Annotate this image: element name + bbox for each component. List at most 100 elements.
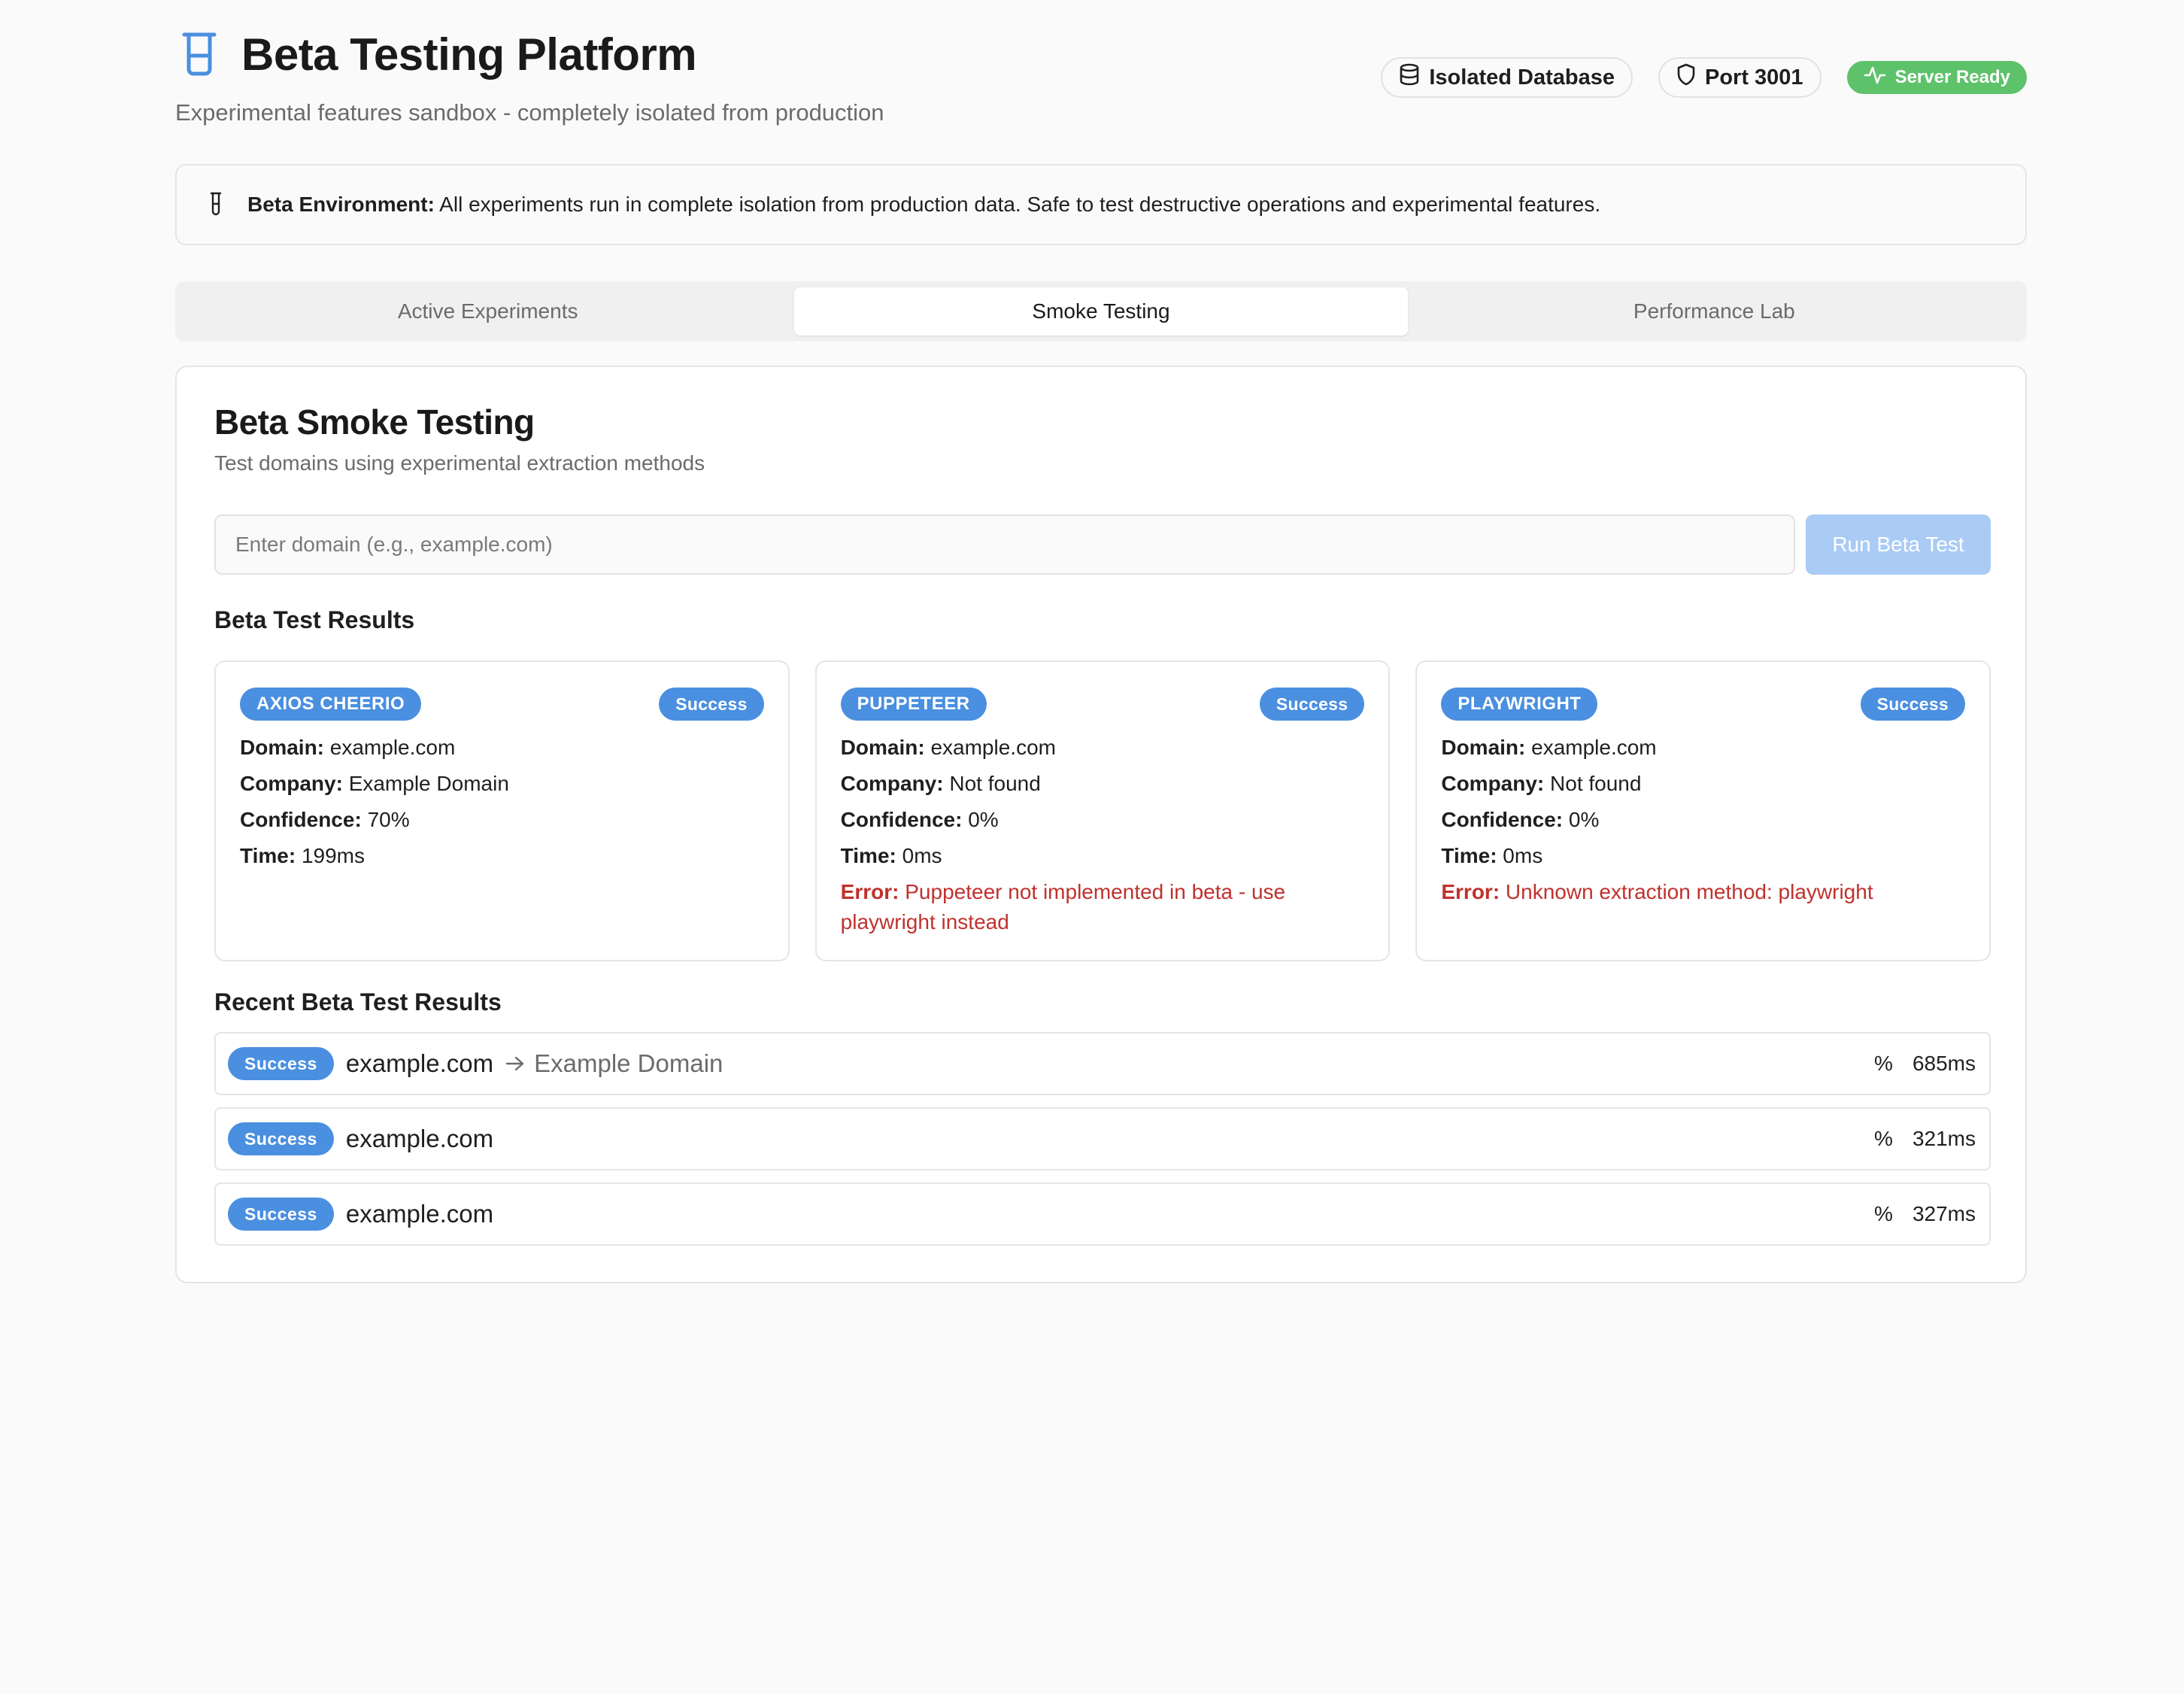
recent-meta: % 321ms [1874, 1127, 1976, 1151]
result-card-axios-cheerio: AXIOS CHEERIO Success Domain: example.co… [214, 660, 790, 961]
recent-time: 327ms [1912, 1202, 1976, 1225]
recent-domain: example.com [345, 1125, 494, 1152]
confidence-value: 0% [968, 808, 999, 831]
domain-label: Domain: [840, 736, 925, 759]
database-icon [1399, 63, 1420, 92]
method-badge: AXIOS CHEERIO [240, 688, 422, 721]
time-value: 0ms [902, 844, 942, 867]
domain-value: example.com [1531, 736, 1657, 759]
company-field: Company: Not found [841, 766, 1365, 802]
result-card-puppeteer: PUPPETEER Success Domain: example.com Co… [814, 660, 1391, 961]
recent-company-name: Example Domain [534, 1049, 723, 1077]
domain-label: Domain: [240, 736, 324, 759]
domain-field: Domain: example.com [240, 730, 764, 766]
time-value: 0ms [1503, 844, 1543, 867]
smoke-testing-panel: Beta Smoke Testing Test domains using ex… [175, 366, 2027, 1283]
panel-title: Beta Smoke Testing [214, 402, 535, 442]
panel-description: Test domains using experimental extracti… [214, 451, 705, 475]
recent-time: 321ms [1912, 1127, 1976, 1150]
beta-test-results: AXIOS CHEERIO Success Domain: example.co… [214, 660, 1991, 961]
page-header: Beta Testing Platform Experimental featu… [175, 23, 2027, 128]
list-item[interactable]: Success example.com Example Domain % 685… [214, 1032, 1991, 1095]
server-ready-label: Server Ready [1894, 67, 2010, 87]
alert-text: Beta Environment: All experiments run in… [247, 193, 1600, 217]
domain-field: Domain: example.com [841, 730, 1365, 766]
time-label: Time: [840, 844, 896, 867]
recent-percent: % [1874, 1052, 1893, 1075]
result-card-header: PLAYWRIGHT Success [1441, 686, 1966, 722]
server-ready-badge: Server Ready [1846, 61, 2027, 94]
status-badge: Success [1259, 688, 1365, 721]
company-label: Company: [840, 772, 944, 795]
alert-label: Beta Environment: [247, 193, 435, 216]
recent-results-list: Success example.com Example Domain % 685… [214, 1032, 1991, 1258]
status-badge: Success [659, 688, 764, 721]
company-label: Company: [240, 772, 343, 795]
domain-value: example.com [329, 736, 456, 759]
method-badge: PLAYWRIGHT [1441, 688, 1598, 721]
confidence-label: Confidence: [840, 808, 963, 831]
status-badges: Isolated Database Port 3001 Server Ready [1381, 57, 2027, 98]
recent-percent: % [1874, 1202, 1893, 1225]
confidence-field: Confidence: 70% [240, 802, 764, 838]
result-card-header: AXIOS CHEERIO Success [240, 686, 764, 722]
company-field: Company: Example Domain [240, 766, 764, 802]
port-badge: Port 3001 [1658, 57, 1822, 98]
error-message: Unknown extraction method: playwright [1505, 880, 1873, 903]
status-badge: Success [228, 1122, 334, 1155]
recent-meta: % 685ms [1874, 1052, 1976, 1076]
domain-value: example.com [930, 736, 1056, 759]
run-beta-test-button[interactable]: Run Beta Test [1806, 515, 1991, 575]
tab-smoke-testing[interactable]: Smoke Testing [794, 287, 1408, 335]
confidence-label: Confidence: [1441, 808, 1564, 831]
recent-domain: example.com [345, 1049, 494, 1077]
time-label: Time: [240, 844, 296, 867]
error-message: Puppeteer not implemented in beta - use … [840, 880, 1286, 934]
company-value: Not found [1550, 772, 1642, 795]
activity-icon [1864, 65, 1886, 90]
page-title: Beta Testing Platform [241, 29, 697, 80]
domain-label: Domain: [1441, 736, 1526, 759]
error-label: Error: [1441, 880, 1500, 903]
company-value: Not found [949, 772, 1041, 795]
recent-time: 685ms [1912, 1052, 1976, 1075]
list-item[interactable]: Success example.com % 327ms [214, 1182, 1991, 1246]
error-field: Error: Puppeteer not implemented in beta… [841, 877, 1365, 937]
domain-field: Domain: example.com [1441, 730, 1965, 766]
result-card-playwright: PLAYWRIGHT Success Domain: example.com C… [1415, 660, 1991, 961]
company-field: Company: Not found [1441, 766, 1965, 802]
recent-results-heading: Recent Beta Test Results [214, 988, 502, 1015]
domain-input[interactable] [214, 515, 1795, 575]
arrow-right-icon [505, 1049, 525, 1078]
confidence-field: Confidence: 0% [841, 802, 1365, 838]
recent-percent: % [1874, 1127, 1893, 1150]
recent-meta: % 327ms [1874, 1202, 1976, 1226]
tab-bar: Active Experiments Smoke Testing Perform… [175, 281, 2027, 342]
company-label: Company: [1441, 772, 1545, 795]
page: Beta Testing Platform Experimental featu… [0, 0, 2184, 1694]
confidence-value: 0% [1568, 808, 1600, 831]
time-field: Time: 0ms [841, 838, 1365, 874]
status-badge: Success [228, 1198, 334, 1231]
method-badge: PUPPETEER [840, 688, 987, 721]
isolated-database-badge: Isolated Database [1381, 57, 1633, 98]
time-field: Time: 0ms [1441, 838, 1965, 874]
recent-domain: example.com [345, 1200, 494, 1228]
status-badge: Success [1860, 688, 1966, 721]
time-label: Time: [1441, 844, 1497, 867]
confidence-field: Confidence: 0% [1441, 802, 1965, 838]
tab-performance-lab[interactable]: Performance Lab [1408, 287, 2021, 335]
results-heading: Beta Test Results [214, 606, 415, 633]
result-card-header: PUPPETEER Success [840, 686, 1365, 722]
company-value: Example Domain [348, 772, 509, 795]
test-tube-icon [207, 190, 225, 220]
isolated-database-label: Isolated Database [1429, 65, 1615, 90]
page-subtitle: Experimental features sandbox - complete… [175, 99, 884, 126]
error-label: Error: [840, 880, 899, 903]
tab-active-experiments[interactable]: Active Experiments [181, 287, 794, 335]
error-field: Error: Unknown extraction method: playwr… [1441, 877, 1965, 907]
recent-company: Example Domain [505, 1049, 723, 1078]
shield-icon [1676, 63, 1696, 92]
confidence-label: Confidence: [240, 808, 362, 831]
list-item[interactable]: Success example.com % 321ms [214, 1107, 1991, 1170]
